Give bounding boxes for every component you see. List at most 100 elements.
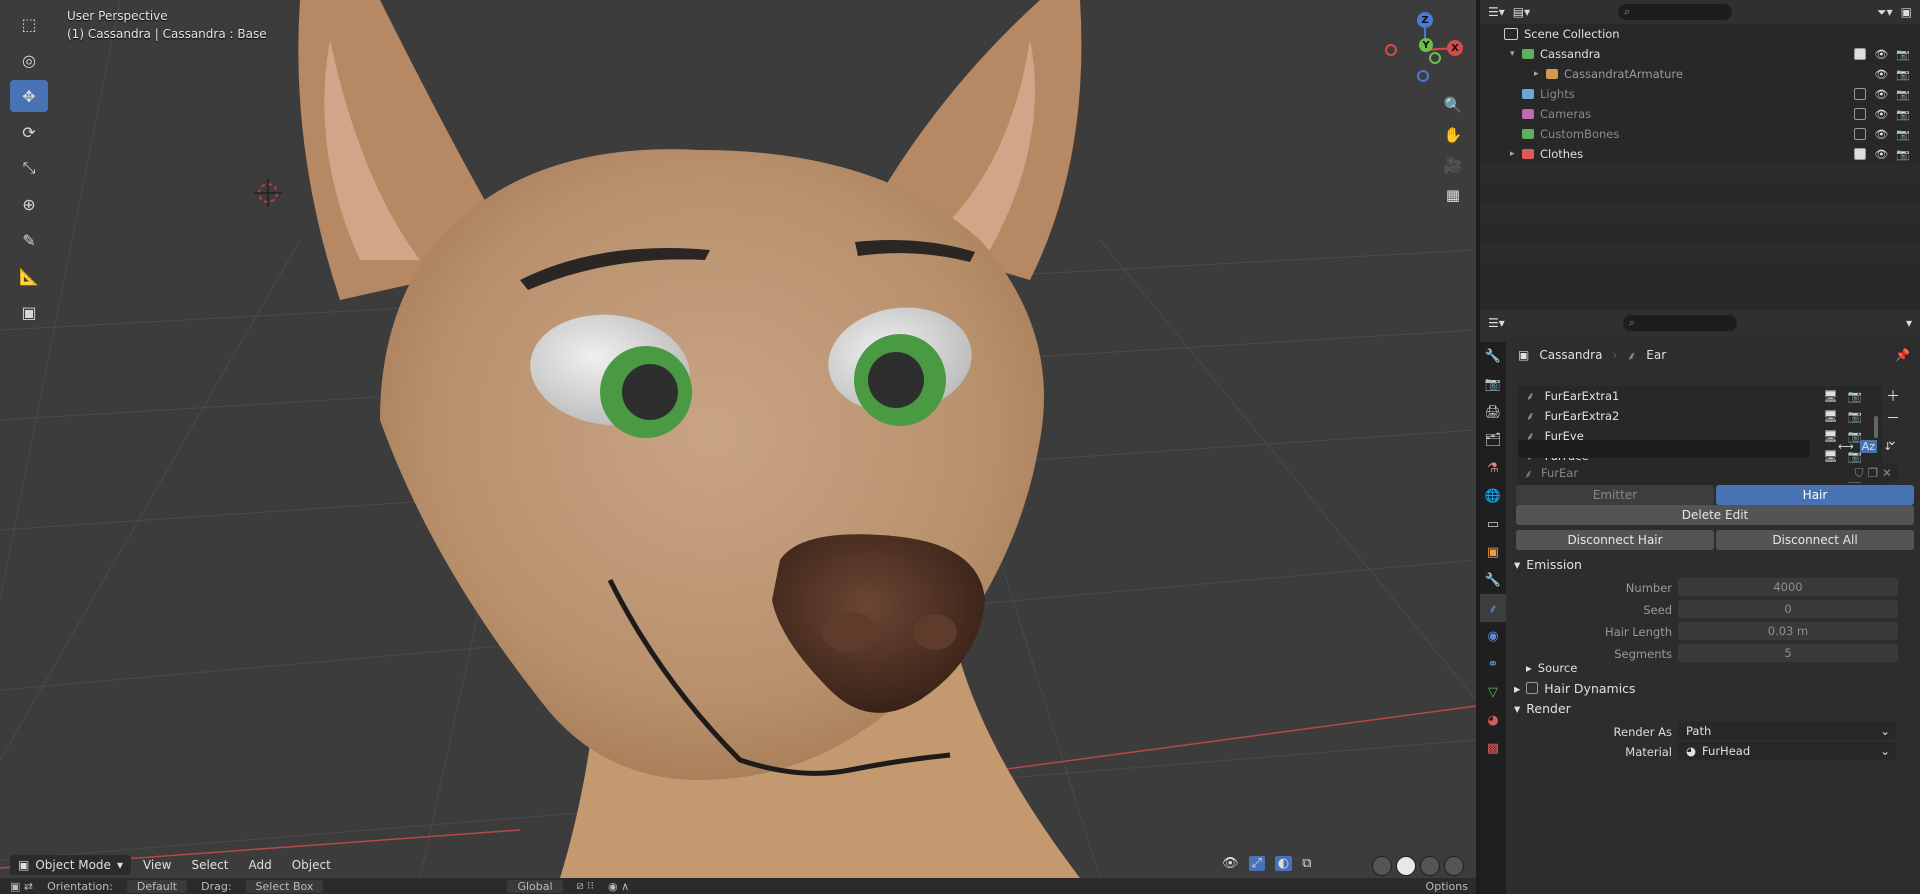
exclude-checkbox[interactable] <box>1854 127 1867 140</box>
menu-object[interactable]: Object <box>284 855 339 875</box>
field-value[interactable]: 4000 <box>1678 578 1898 596</box>
outliner-row[interactable]: ▸ CassandratArmature 👁 📷 <box>1480 64 1920 84</box>
scene-tab-icon[interactable]: ⚗ <box>1480 454 1506 482</box>
particle-system-item[interactable]: ⸙ FurEarExtra1 🖥 📷 <box>1518 386 1882 406</box>
particles-tab-icon[interactable]: ⸙ <box>1480 594 1506 622</box>
particle-system-item[interactable]: ⸙ FurEarExtra2 🖥 📷 <box>1518 406 1882 426</box>
monitor-icon[interactable]: 🖥 <box>1823 429 1838 443</box>
gizmo-y-axis[interactable]: Y <box>1419 38 1433 52</box>
camera-icon[interactable]: 📷 <box>1896 48 1910 61</box>
transform-orientation-dropdown[interactable]: Global <box>507 879 563 893</box>
camera-icon[interactable]: 📷 <box>1896 128 1910 141</box>
gizmo-neg-z[interactable] <box>1417 70 1429 82</box>
list-filter-input[interactable] <box>1518 440 1810 458</box>
view-layer-tab-icon[interactable]: 🗂 <box>1480 426 1506 454</box>
physics-tab-icon[interactable]: ◉ <box>1480 622 1506 650</box>
camera-view-icon[interactable]: 🎥 <box>1440 152 1466 178</box>
render-section-header[interactable]: ▾ Render <box>1514 698 1571 718</box>
filter-icon[interactable]: ⏷▾ <box>1877 5 1893 20</box>
camera-icon[interactable]: 📷 <box>1848 409 1862 423</box>
outliner-row-scene-collection[interactable]: Scene Collection <box>1480 24 1920 44</box>
outliner-row[interactable]: ▾ Cassandra 👁 📷 <box>1480 44 1920 64</box>
hair-type-button[interactable]: Hair <box>1716 485 1914 505</box>
editor-type-icon[interactable]: ☰▾ <box>1488 316 1505 330</box>
eye-icon[interactable]: 👁 <box>1874 128 1888 141</box>
camera-icon[interactable]: 📷 <box>1848 389 1862 403</box>
new-collection-icon[interactable]: ▣ <box>1901 5 1912 19</box>
menu-select[interactable]: Select <box>183 855 236 875</box>
hair-dynamics-section-header[interactable]: ▸ Hair Dynamics <box>1514 678 1636 698</box>
render-tab-icon[interactable]: 📷 <box>1480 370 1506 398</box>
alpha-sort-icon[interactable]: Az <box>1859 440 1878 453</box>
gizmo-x-axis[interactable]: X <box>1447 40 1463 56</box>
overlay-toggle-icon[interactable]: ◐ <box>1274 856 1293 871</box>
proportional-edit-icon[interactable]: ◉ ∧ <box>608 880 629 893</box>
outliner-row[interactable]: Cameras 👁 📷 <box>1480 104 1920 124</box>
object-tab-icon[interactable]: ▣ <box>1480 538 1506 566</box>
gizmo-neg-x[interactable] <box>1385 44 1397 56</box>
outliner-row[interactable]: ▸ Clothes 👁 📷 <box>1480 144 1920 164</box>
eye-icon[interactable]: 👁 <box>1874 148 1888 161</box>
camera-icon[interactable]: 📷 <box>1896 88 1910 101</box>
camera-icon[interactable]: 📷 <box>1896 68 1910 81</box>
outliner-row[interactable]: CustomBones 👁 📷 <box>1480 124 1920 144</box>
delete-edit-button[interactable]: Delete Edit <box>1516 505 1914 525</box>
editor-type-icon[interactable]: ☰▾ <box>1488 5 1505 19</box>
annotate-tool-icon[interactable]: ✎ <box>10 224 48 256</box>
menu-add[interactable]: Add <box>240 855 279 875</box>
disconnect-hair-button[interactable]: Disconnect Hair <box>1516 530 1714 550</box>
constraints-tab-icon[interactable]: ⚭ <box>1480 650 1506 678</box>
object-mode-dropdown[interactable]: ▣ Object Mode ▾ <box>10 855 131 875</box>
options-dropdown[interactable]: Options <box>1426 880 1468 893</box>
material-dropdown[interactable]: ◕ FurHead ⌄ <box>1678 742 1896 760</box>
field-value[interactable]: 0 <box>1678 600 1898 618</box>
disconnect-all-button[interactable]: Disconnect All <box>1716 530 1914 550</box>
perspective-grid-icon[interactable]: ▦ <box>1440 182 1466 208</box>
material-tab-icon[interactable]: ◕ <box>1480 706 1506 734</box>
visibility-eye-icon[interactable]: 👁 <box>1222 856 1239 871</box>
drag-dropdown[interactable]: Select Box <box>245 879 324 893</box>
scale-tool-icon[interactable]: ⤡ <box>10 152 48 184</box>
list-scrollbar[interactable] <box>1874 416 1878 438</box>
monitor-icon[interactable]: 🖥 <box>1823 449 1838 463</box>
eye-icon[interactable]: 👁 <box>1874 68 1888 81</box>
select-box-tool-icon[interactable]: ⬚ <box>10 8 48 40</box>
eye-icon[interactable]: 👁 <box>1874 48 1888 61</box>
chevron-down-icon[interactable]: ▾ <box>1510 49 1522 59</box>
settings-action-icons[interactable]: ⛉ ❐ ✕ <box>1855 466 1892 481</box>
gizmo-toggle-icon[interactable]: ⤢ <box>1248 856 1265 871</box>
material-preview-shading-button[interactable] <box>1420 856 1440 876</box>
reverse-sort-icon[interactable]: ⟷ <box>1838 440 1854 453</box>
hair-dynamics-checkbox[interactable] <box>1526 682 1539 694</box>
collection-tab-icon[interactable]: ▭ <box>1480 510 1506 538</box>
gizmo-neg-y[interactable] <box>1429 52 1441 64</box>
snapping-icon[interactable]: ⧄ ⁝⁝ <box>577 879 595 893</box>
modifier-tab-icon[interactable]: 🔧 <box>1480 566 1506 594</box>
outliner-search-input[interactable]: ⌕ <box>1618 4 1733 20</box>
camera-icon[interactable]: 📷 <box>1896 148 1910 161</box>
tool-tab-icon[interactable]: 🔧 <box>1480 342 1506 370</box>
pin-icon[interactable]: 📌 <box>1895 348 1910 362</box>
add-slot-button[interactable]: ＋ <box>1886 386 1900 408</box>
emitter-type-button[interactable]: Emitter <box>1516 485 1714 505</box>
chevron-right-icon[interactable]: ▸ <box>1510 149 1522 159</box>
measure-tool-icon[interactable]: 📐 <box>10 260 48 292</box>
select-mode-icon[interactable]: ▣ ⇄ <box>10 880 33 893</box>
sort-order-icon[interactable]: ↓ <box>1883 440 1892 453</box>
chevron-down-icon[interactable]: ▾ <box>1906 316 1912 330</box>
display-mode-icon[interactable]: ▤▾ <box>1513 5 1530 19</box>
camera-icon[interactable]: 📷 <box>1896 108 1910 121</box>
data-tab-icon[interactable]: ▽ <box>1480 678 1506 706</box>
chevron-right-icon[interactable]: ▸ <box>1534 69 1546 79</box>
particle-settings-selector[interactable]: ⸙ FurEar ⛉ ❐ ✕ <box>1518 464 1898 482</box>
remove-slot-button[interactable]: － <box>1886 408 1900 430</box>
rotate-tool-icon[interactable]: ⟳ <box>10 116 48 148</box>
transform-tool-icon[interactable]: ⊕ <box>10 188 48 220</box>
zoom-icon[interactable]: 🔍 <box>1440 92 1466 118</box>
xray-toggle-icon[interactable]: ⧉ <box>1302 856 1311 871</box>
monitor-icon[interactable]: 🖥 <box>1823 409 1838 423</box>
exclude-checkbox[interactable] <box>1854 47 1867 60</box>
pan-hand-icon[interactable]: ✋ <box>1440 122 1466 148</box>
eye-icon[interactable]: 👁 <box>1874 88 1888 101</box>
wireframe-shading-button[interactable] <box>1372 856 1392 876</box>
